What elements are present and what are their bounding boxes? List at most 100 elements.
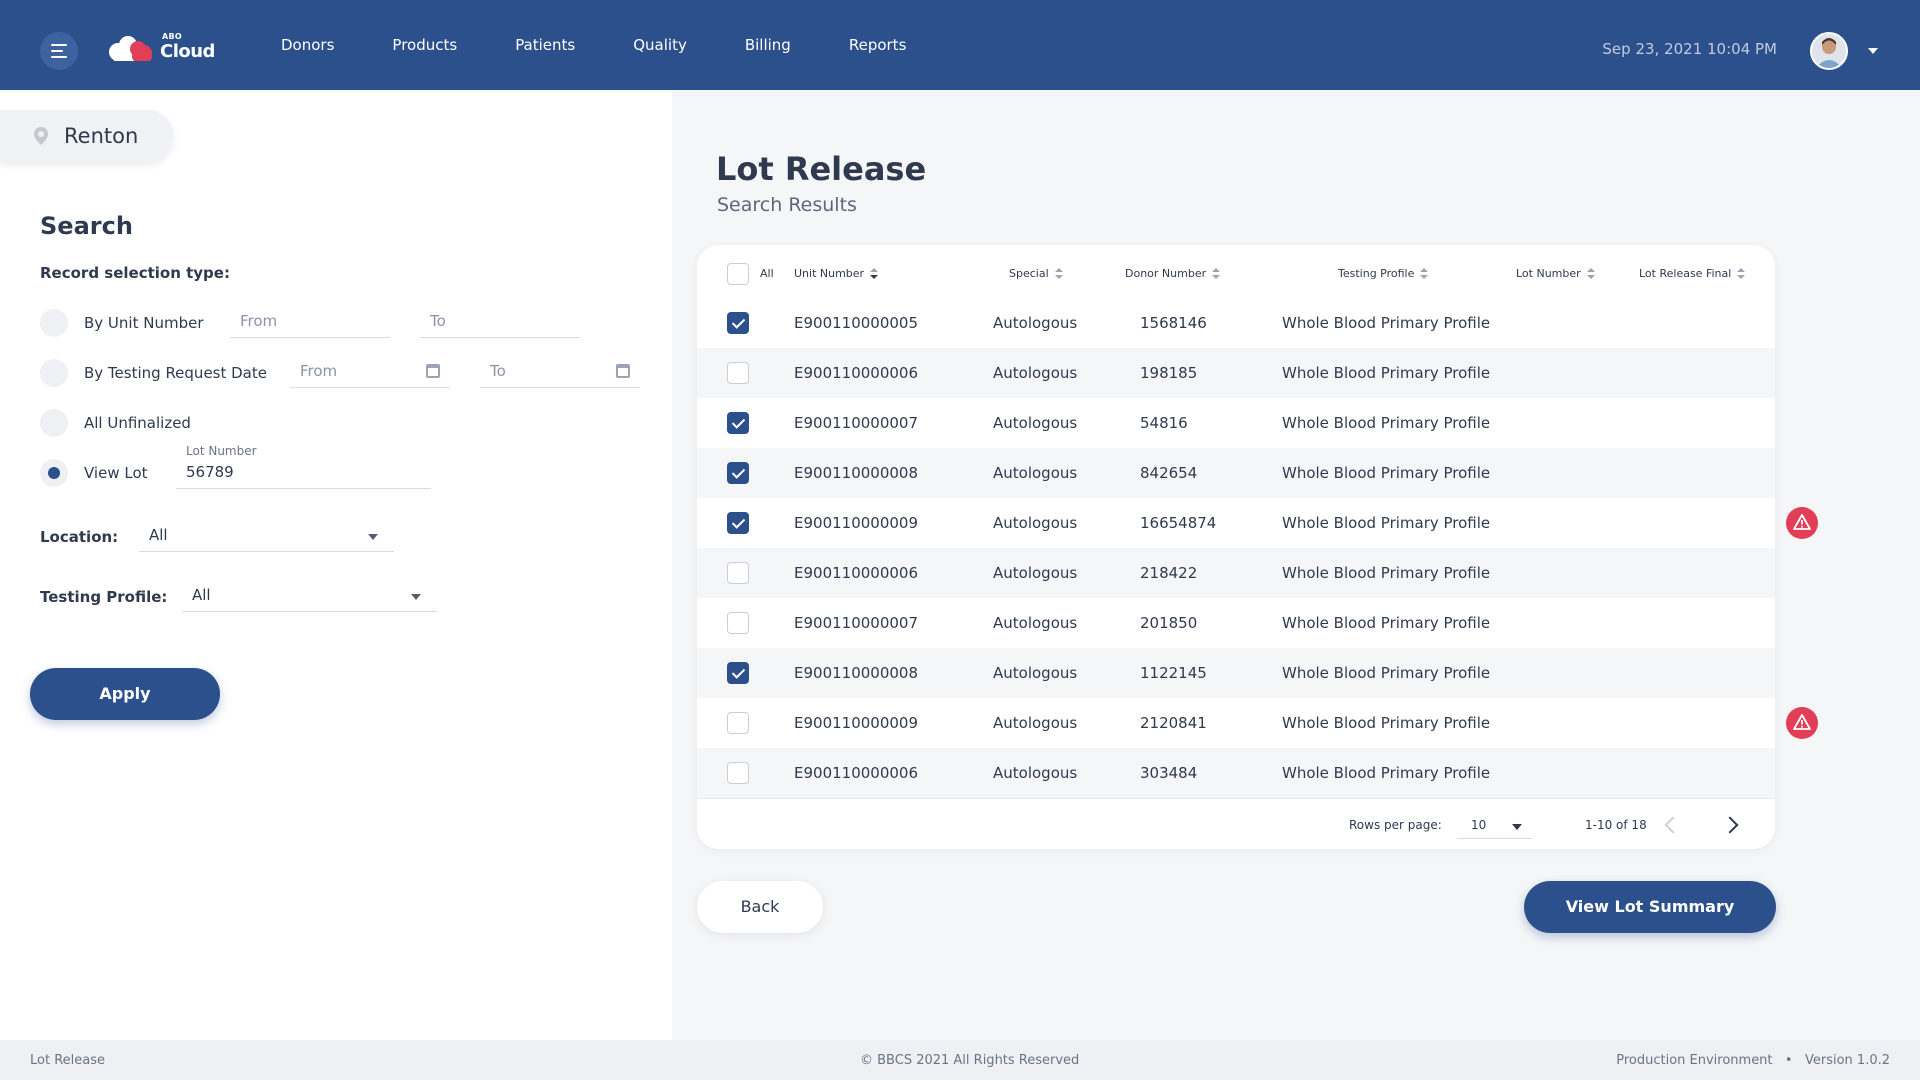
table-row[interactable]: E900110000007 Autologous 201850 Whole Blood… <box>697 598 1775 648</box>
lot-number-input[interactable]: 56789 <box>176 457 431 489</box>
row-checkbox[interactable] <box>727 412 749 434</box>
table-row[interactable]: E900110000006 Autologous 303484 Whole Blood… <box>697 748 1775 798</box>
hamburger-menu-icon[interactable] <box>40 32 78 70</box>
table-row[interactable]: E900110000009 Autologous 16654874 Whole Blo… <box>697 498 1775 548</box>
column-header-lot-number-label: Lot Number <box>1516 267 1581 280</box>
unit-number-cell: E900110000006 <box>794 564 918 582</box>
column-header-testing-profile[interactable]: Testing Profile <box>1338 267 1429 280</box>
user-menu-chevron-down-icon[interactable] <box>1868 48 1878 54</box>
row-checkbox[interactable] <box>727 762 749 784</box>
select-all-checkbox[interactable] <box>727 263 749 285</box>
donor-number-cell: 1568146 <box>1140 314 1207 332</box>
sort-icon[interactable] <box>870 267 879 280</box>
column-header-lot-number[interactable]: Lot Number <box>1516 267 1595 280</box>
sort-icon[interactable] <box>1737 267 1746 280</box>
apply-button[interactable]: Apply <box>30 668 220 720</box>
special-cell: Autologous <box>993 714 1078 732</box>
row-checkbox[interactable] <box>727 562 749 584</box>
row-checkbox[interactable] <box>727 512 749 534</box>
sort-icon[interactable] <box>1212 267 1221 280</box>
calendar-icon[interactable] <box>616 364 630 378</box>
rows-per-page-select[interactable]: 10 <box>1457 811 1532 839</box>
user-avatar[interactable] <box>1810 32 1848 70</box>
sort-icon[interactable] <box>1054 267 1063 280</box>
location-name: Renton <box>64 124 139 148</box>
testing-profile-cell: Whole Blood Primary Profile <box>1282 564 1491 582</box>
chevron-down-icon <box>411 594 421 600</box>
footer: Lot Release © BBCS 2021 All Rights Reser… <box>0 1040 1920 1080</box>
table-row[interactable]: E900110000007 Autologous 54816 Whole Blood … <box>697 398 1775 448</box>
table-row[interactable]: E900110000006 Autologous 218422 Whole Blood… <box>697 548 1775 598</box>
column-header-lot-release-final[interactable]: Lot Release Final <box>1639 267 1746 280</box>
table-row[interactable]: E900110000009 Autologous 2120841 Whole Bloo… <box>697 698 1775 748</box>
nav-item-reports[interactable]: Reports <box>849 36 907 54</box>
unit-number-cell: E900110000005 <box>794 314 918 332</box>
unit-to-field[interactable]: To <box>420 306 580 338</box>
brand-name: Cloud <box>160 41 215 62</box>
unit-number-cell: E900110000009 <box>794 714 918 732</box>
column-header-special[interactable]: Special <box>1009 267 1063 280</box>
rows-per-page-value: 10 <box>1471 818 1487 832</box>
table-row[interactable]: E900110000008 Autologous 842654 Whole Blood… <box>697 448 1775 498</box>
radio-view-lot[interactable] <box>40 459 68 487</box>
column-header-all: All <box>760 267 774 280</box>
radio-label-view-lot[interactable]: View Lot <box>84 464 148 482</box>
table-row[interactable]: E900110000008 Autologous 1122145 Whole Bloo… <box>697 648 1775 698</box>
row-checkbox[interactable] <box>727 712 749 734</box>
footer-page-name: Lot Release <box>30 1053 105 1068</box>
view-lot-summary-button[interactable]: View Lot Summary <box>1524 881 1776 933</box>
row-checkbox[interactable] <box>727 462 749 484</box>
special-cell: Autologous <box>993 464 1078 482</box>
cloud-logo-icon <box>109 36 152 61</box>
next-page-icon[interactable] <box>1721 816 1739 834</box>
nav-item-billing[interactable]: Billing <box>745 36 791 54</box>
sort-icon[interactable] <box>1586 267 1595 280</box>
chevron-down-icon <box>368 534 378 540</box>
unit-number-cell: E900110000006 <box>794 764 918 782</box>
testing-profile-select-value: All <box>192 586 211 604</box>
page-title: Lot Release <box>716 150 927 188</box>
radio-all-unfinalized[interactable] <box>40 409 68 437</box>
location-pin-icon <box>34 127 48 145</box>
row-checkbox[interactable] <box>727 612 749 634</box>
column-header-unit-number[interactable]: Unit Number <box>794 267 879 280</box>
unit-number-cell: E900110000008 <box>794 464 918 482</box>
radio-by-unit-number[interactable] <box>40 309 68 337</box>
app-logo[interactable]: ABO Cloud <box>108 30 218 66</box>
date-from-field[interactable]: From <box>290 356 450 388</box>
radio-by-testing-request-date[interactable] <box>40 359 68 387</box>
warning-icon[interactable] <box>1786 507 1818 539</box>
row-checkbox[interactable] <box>727 662 749 684</box>
nav-item-products[interactable]: Products <box>392 36 457 54</box>
calendar-icon[interactable] <box>426 364 440 378</box>
testing-profile-cell: Whole Blood Primary Profile <box>1282 314 1491 332</box>
table-row[interactable]: E900110000006 Autologous 198185 Whole Blood… <box>697 348 1775 398</box>
current-datetime: Sep 23, 2021 10:04 PM <box>1602 40 1777 58</box>
row-checkbox[interactable] <box>727 312 749 334</box>
warning-icon[interactable] <box>1786 707 1818 739</box>
row-checkbox[interactable] <box>727 362 749 384</box>
radio-label-all-unfinalized[interactable]: All Unfinalized <box>84 414 191 432</box>
date-to-field[interactable]: To <box>480 356 640 388</box>
table-row[interactable]: E900110000005 Autologous 1568146 Whole Bloo… <box>697 298 1775 348</box>
back-button[interactable]: Back <box>697 881 823 933</box>
radio-label-by-testing-request-date[interactable]: By Testing Request Date <box>84 364 267 382</box>
column-header-special-label: Special <box>1009 267 1049 280</box>
location-select[interactable]: All <box>139 518 394 552</box>
radio-label-by-unit-number[interactable]: By Unit Number <box>84 314 204 332</box>
sort-icon[interactable] <box>1420 267 1429 280</box>
nav-item-patients[interactable]: Patients <box>515 36 575 54</box>
nav-item-quality[interactable]: Quality <box>633 36 687 54</box>
special-cell: Autologous <box>993 414 1078 432</box>
location-selector[interactable]: Renton <box>0 110 173 162</box>
unit-number-cell: E900110000007 <box>794 614 918 632</box>
unit-from-field[interactable]: From <box>230 306 390 338</box>
special-cell: Autologous <box>993 514 1078 532</box>
special-cell: Autologous <box>993 564 1078 582</box>
testing-profile-select[interactable]: All <box>182 578 437 612</box>
nav-item-donors[interactable]: Donors <box>281 36 334 54</box>
testing-profile-cell: Whole Blood Primary Profile <box>1282 414 1491 432</box>
column-header-donor-number[interactable]: Donor Number <box>1125 267 1221 280</box>
pagination-range: 1-10 of 18 <box>1585 818 1647 832</box>
previous-page-icon[interactable] <box>1664 816 1682 834</box>
